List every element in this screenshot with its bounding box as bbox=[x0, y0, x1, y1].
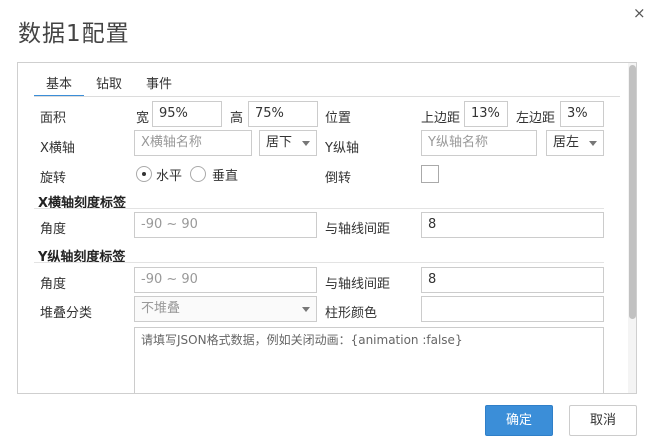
y-distance-input[interactable]: 8 bbox=[421, 267, 604, 293]
x-axis-align-select[interactable]: 居下 bbox=[259, 130, 317, 156]
bar-color-label: 柱形颜色 bbox=[325, 306, 378, 321]
y-axis-name-input[interactable]: Y纵轴名称 bbox=[421, 130, 537, 156]
radio-horizontal[interactable] bbox=[136, 166, 152, 182]
top-margin-label: 上边距 bbox=[421, 111, 461, 126]
config-panel: 基本 钻取 事件 面积 宽 95% 高 75% 位置 上边距 13% 左边距 3… bbox=[17, 62, 637, 394]
radio-horizontal-label: 水平 bbox=[156, 169, 183, 184]
tabs-divider bbox=[34, 96, 620, 97]
stack-label: 堆叠分类 bbox=[40, 306, 93, 321]
x-axis-name-input[interactable]: X横轴名称 bbox=[134, 130, 252, 156]
top-margin-input[interactable]: 13% bbox=[464, 101, 508, 127]
radio-vertical[interactable] bbox=[190, 166, 206, 182]
radio-vertical-label: 垂直 bbox=[212, 169, 239, 184]
chevron-down-icon bbox=[302, 307, 310, 312]
area-label: 面积 bbox=[40, 111, 67, 126]
x-axis-label: X横轴 bbox=[40, 141, 75, 156]
y-tick-divider bbox=[34, 262, 604, 263]
y-angle-label: 角度 bbox=[40, 277, 67, 292]
width-label: 宽 bbox=[136, 111, 150, 126]
y-axis-align-select[interactable]: 居左 bbox=[546, 130, 604, 156]
scrollbar[interactable] bbox=[628, 63, 636, 393]
height-label: 高 bbox=[230, 111, 244, 126]
cancel-button[interactable]: 取消 bbox=[569, 405, 637, 436]
y-angle-input[interactable]: -90 ~ 90 bbox=[134, 267, 317, 293]
tab-drill[interactable]: 钻取 bbox=[84, 75, 134, 97]
chevron-down-icon bbox=[589, 141, 597, 146]
x-distance-label: 与轴线间距 bbox=[325, 222, 391, 237]
tab-basic[interactable]: 基本 bbox=[34, 75, 85, 97]
invert-checkbox[interactable] bbox=[421, 165, 439, 183]
bar-color-input[interactable] bbox=[421, 296, 604, 322]
x-distance-input[interactable]: 8 bbox=[421, 212, 604, 238]
ok-button[interactable]: 确定 bbox=[485, 405, 553, 436]
left-margin-label: 左边距 bbox=[516, 111, 556, 126]
height-input[interactable]: 75% bbox=[248, 101, 318, 127]
x-angle-input[interactable]: -90 ~ 90 bbox=[134, 212, 317, 238]
close-icon[interactable]: × bbox=[633, 4, 646, 22]
tab-events[interactable]: 事件 bbox=[134, 75, 184, 97]
position-label: 位置 bbox=[325, 111, 352, 126]
width-input[interactable]: 95% bbox=[152, 101, 222, 127]
x-tick-divider bbox=[34, 208, 604, 209]
dialog-title: 数据1配置 bbox=[18, 21, 130, 47]
y-distance-label: 与轴线间距 bbox=[325, 277, 391, 292]
chevron-down-icon bbox=[302, 141, 310, 146]
y-axis-label: Y纵轴 bbox=[325, 141, 359, 156]
x-angle-label: 角度 bbox=[40, 222, 67, 237]
invert-label: 倒转 bbox=[325, 171, 352, 186]
tab-bar: 基本 钻取 事件 bbox=[34, 75, 184, 97]
rotate-label: 旋转 bbox=[40, 171, 67, 186]
left-margin-input[interactable]: 3% bbox=[560, 101, 604, 127]
scrollbar-thumb[interactable] bbox=[629, 65, 636, 319]
json-config-textarea[interactable]: 请填写JSON格式数据，例如关闭动画：{animation :false} bbox=[134, 327, 604, 393]
stack-select[interactable]: 不堆叠 bbox=[134, 296, 317, 322]
